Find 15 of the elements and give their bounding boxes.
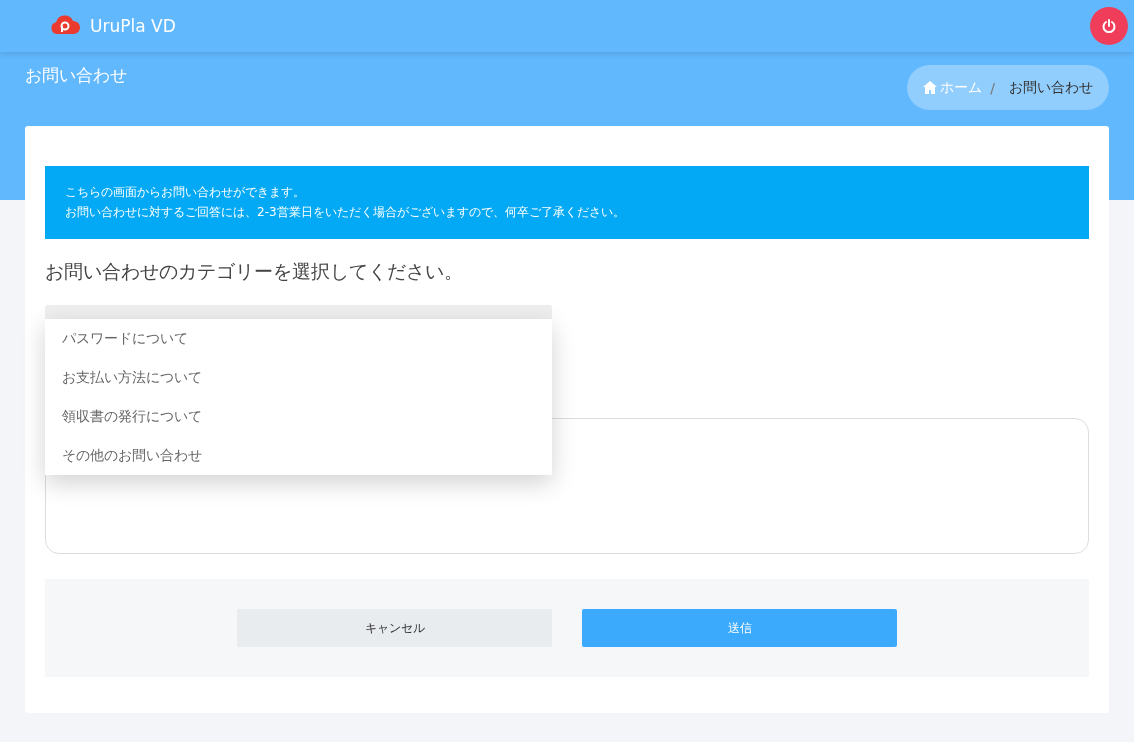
breadcrumb-current: お問い合わせ [1009, 78, 1093, 97]
category-prompt: お問い合わせのカテゴリーを選択してください。 [45, 259, 464, 284]
notice-text: お問い合わせに対するご回答には、2-3営業日をいただく場合がございますので、何卒ご了承ください。 [65, 204, 626, 221]
power-button[interactable] [1090, 7, 1128, 45]
dropdown-option[interactable]: その他のお問い合わせ [45, 436, 552, 475]
brand-name: UruPla VD [90, 16, 176, 36]
dropdown-option[interactable]: パスワードについて [45, 319, 552, 358]
breadcrumb-separator: / [990, 79, 995, 96]
home-icon [923, 81, 938, 94]
power-icon [1101, 18, 1117, 34]
dropdown-option[interactable]: お支払い方法について [45, 358, 552, 397]
cancel-button[interactable]: キャンセル [237, 609, 552, 647]
notice-text: こちらの画面からお問い合わせができます。 [65, 184, 306, 201]
page-title: お問い合わせ [25, 64, 127, 87]
dropdown-option[interactable]: 領収書の発行について [45, 397, 552, 436]
